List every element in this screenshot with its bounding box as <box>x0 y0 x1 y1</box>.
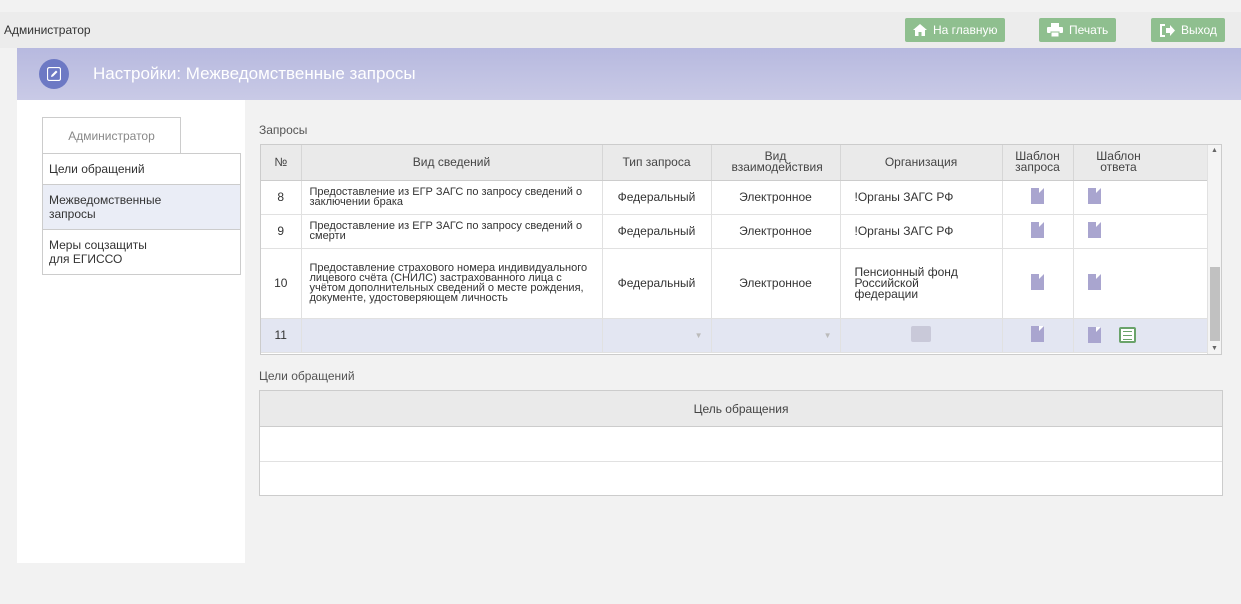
response-template-cell <box>1073 214 1208 249</box>
column-header-num[interactable]: № <box>261 145 302 181</box>
row-interaction: Электронное <box>711 180 841 215</box>
table-row-new[interactable]: 11 ▼ ▼ <box>261 318 1208 353</box>
document-icon[interactable] <box>1031 221 1044 238</box>
table-row[interactable] <box>260 427 1222 462</box>
row-type: Федеральный <box>602 248 712 319</box>
row-org: Пенсионный фонд Российской федерации <box>840 248 1003 319</box>
vertical-scrollbar[interactable]: ▲ ▼ <box>1207 145 1221 354</box>
document-icon[interactable] <box>1087 187 1101 204</box>
sidebar-tab-admin[interactable]: Администратор <box>42 117 181 154</box>
document-icon[interactable] <box>1087 273 1101 290</box>
row-interaction-select[interactable]: ▼ <box>711 318 841 353</box>
scrollbar-thumb[interactable] <box>1210 267 1220 341</box>
row-interaction: Электронное <box>711 248 841 319</box>
table-row[interactable] <box>260 462 1222 497</box>
row-org-picker[interactable] <box>840 318 1003 353</box>
row-type: Федеральный <box>602 180 712 215</box>
row-info: Предоставление из ЕГР ЗАГС по запросу св… <box>301 180 603 215</box>
sidebar-item-social-measures[interactable]: Меры соцзащиты для ЕГИССО <box>43 229 240 274</box>
row-type-select[interactable]: ▼ <box>602 318 712 353</box>
sidebar-item-interagency-requests[interactable]: Межведомственные запросы <box>43 184 240 229</box>
document-icon[interactable] <box>1087 221 1101 238</box>
current-user: Администратор <box>4 23 91 37</box>
sidebar: Администратор Цели обращений Межведомств… <box>17 100 245 563</box>
sidebar-menu: Цели обращений Межведомственные запросы … <box>42 153 241 275</box>
document-icon[interactable] <box>1031 325 1044 342</box>
pencil-icon <box>47 67 61 81</box>
column-header-org[interactable]: Организация <box>840 145 1003 181</box>
table-row[interactable]: 8 Предоставление из ЕГР ЗАГС по запросу … <box>261 180 1208 215</box>
requests-table: № Вид сведений Тип запроса Вид взаимодей… <box>260 144 1222 355</box>
row-interaction: Электронное <box>711 214 841 249</box>
column-header-interaction[interactable]: Вид взаимодействия <box>711 145 841 181</box>
row-org: !Органы ЗАГС РФ <box>840 180 1003 215</box>
document-icon[interactable] <box>1031 187 1044 204</box>
column-header-response-template[interactable]: Шаблон ответа <box>1073 145 1208 181</box>
print-button[interactable]: Печать <box>1039 18 1117 42</box>
page-header: Настройки: Межведомственные запросы <box>17 48 1241 100</box>
sidebar-item-goals[interactable]: Цели обращений <box>43 154 240 184</box>
row-num: 10 <box>261 248 302 319</box>
document-icon[interactable] <box>1031 273 1044 290</box>
home-button[interactable]: На главную <box>905 18 1006 42</box>
row-info-input[interactable] <box>301 318 603 353</box>
column-header-info[interactable]: Вид сведений <box>301 145 603 181</box>
scroll-up-icon[interactable]: ▲ <box>1211 147 1218 154</box>
request-template-cell <box>1002 214 1074 249</box>
row-num: 9 <box>261 214 302 249</box>
chevron-down-icon: ▼ <box>823 330 832 340</box>
document-icon[interactable] <box>1087 327 1101 343</box>
row-type: Федеральный <box>602 214 712 249</box>
column-header-type[interactable]: Тип запроса <box>602 145 712 181</box>
home-icon <box>913 24 927 36</box>
column-header-goal[interactable]: Цель обращения <box>260 391 1222 427</box>
table-header-row: № Вид сведений Тип запроса Вид взаимодей… <box>261 145 1208 181</box>
sign-out-icon <box>1160 23 1175 37</box>
page-title: Настройки: Межведомственные запросы <box>93 64 416 83</box>
row-num: 11 <box>261 318 302 353</box>
exit-button[interactable]: Выход <box>1151 18 1225 42</box>
response-template-cell <box>1073 180 1208 215</box>
response-template-cell <box>1073 318 1208 353</box>
printer-icon <box>1047 23 1063 37</box>
row-info: Предоставление из ЕГР ЗАГС по запросу св… <box>301 214 603 249</box>
top-bar: Администратор На главную Печать Выход <box>0 12 1241 48</box>
request-template-cell <box>1002 318 1074 353</box>
requests-section-label: Запросы <box>259 123 308 137</box>
edit-icon-badge <box>39 59 69 89</box>
table-edit-icon[interactable] <box>1118 327 1136 343</box>
column-header-request-template[interactable]: Шаблон запроса <box>1002 145 1074 181</box>
request-template-cell <box>1002 248 1074 319</box>
scroll-down-icon[interactable]: ▼ <box>1211 345 1218 352</box>
request-template-cell <box>1002 180 1074 215</box>
exit-button-label: Выход <box>1181 23 1217 37</box>
book-icon[interactable] <box>911 325 931 342</box>
goals-section-label: Цели обращений <box>259 369 355 383</box>
goals-table: Цель обращения <box>259 390 1223 496</box>
print-button-label: Печать <box>1069 23 1109 37</box>
home-button-label: На главную <box>933 23 998 37</box>
row-info: Предоставление страхового номера индивид… <box>301 248 603 319</box>
row-num: 8 <box>261 180 302 215</box>
table-row[interactable]: 9 Предоставление из ЕГР ЗАГС по запросу … <box>261 214 1208 249</box>
table-row[interactable]: 10 Предоставление страхового номера инди… <box>261 248 1208 319</box>
response-template-cell <box>1073 248 1208 319</box>
row-org: !Органы ЗАГС РФ <box>840 214 1003 249</box>
chevron-down-icon: ▼ <box>694 330 703 340</box>
